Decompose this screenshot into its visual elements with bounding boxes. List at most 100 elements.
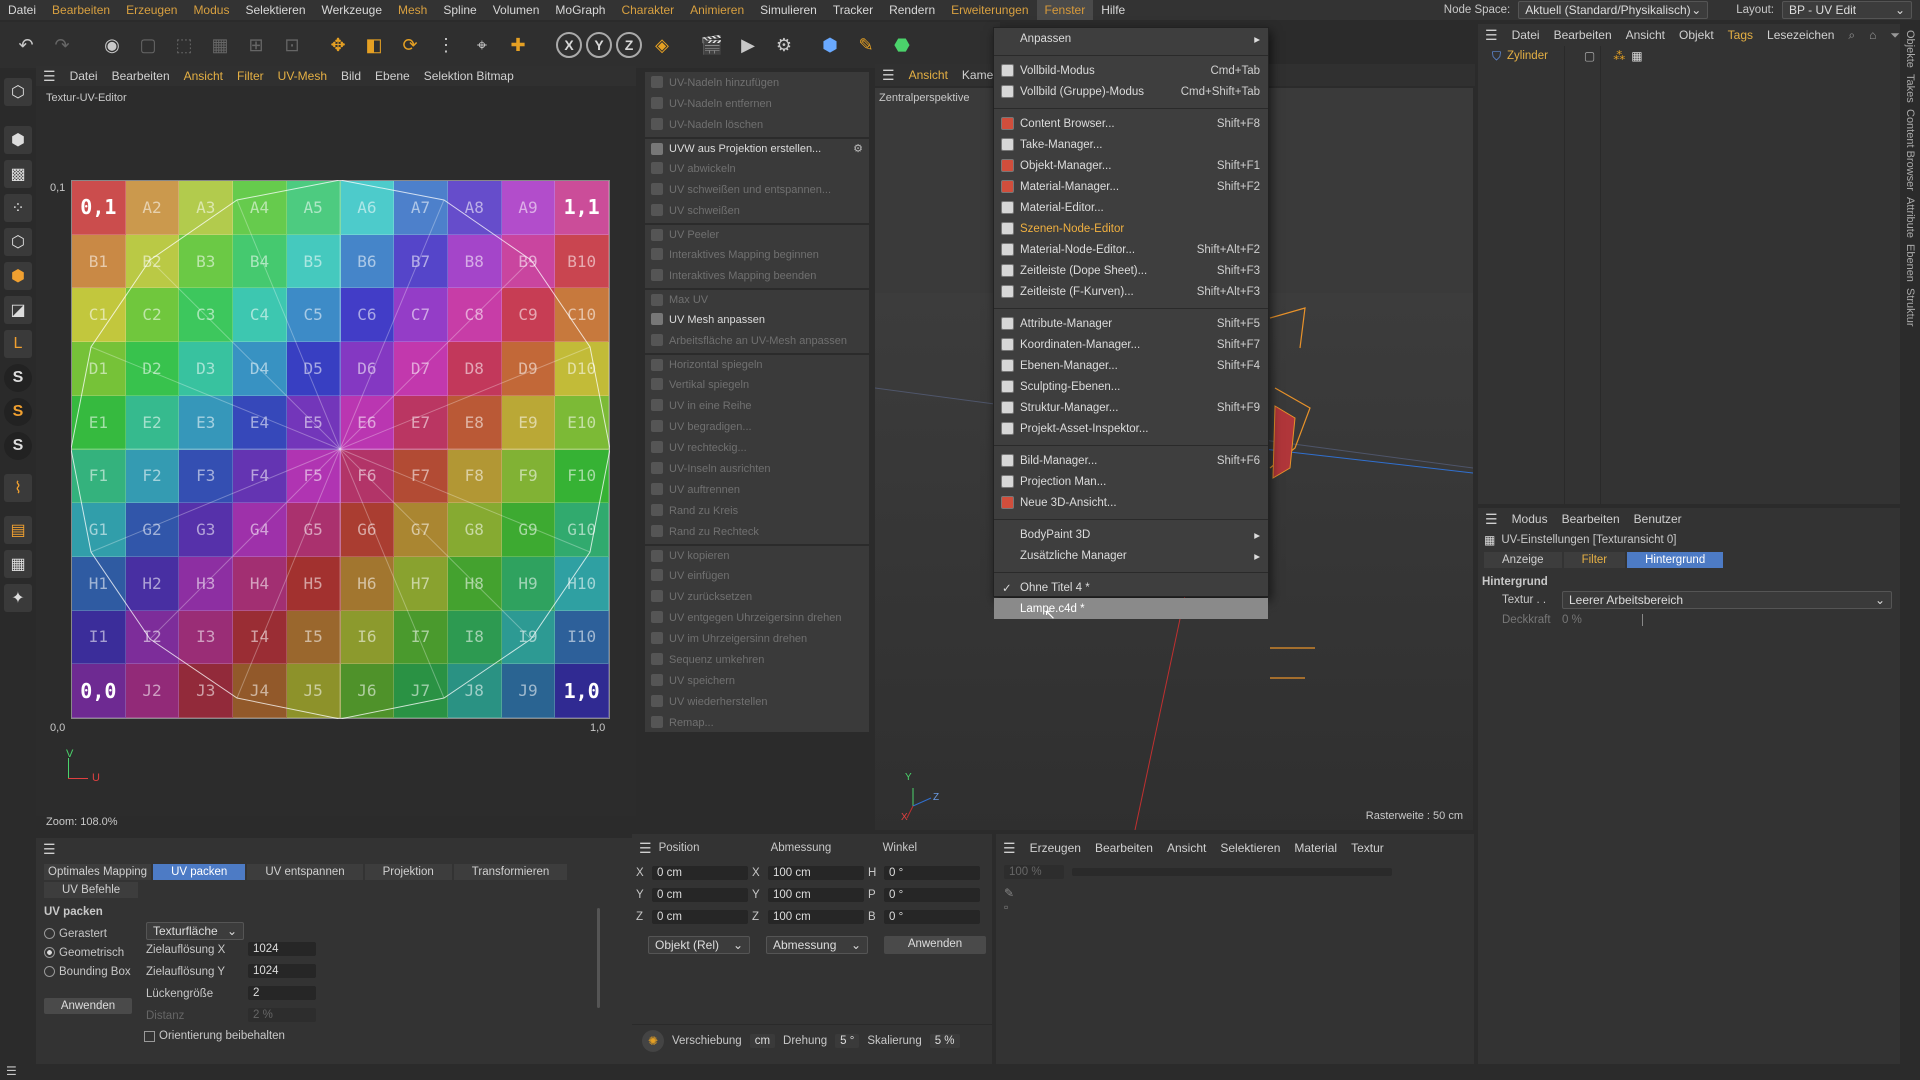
deckkraft-slider[interactable]	[1642, 614, 1643, 626]
keep-orientation-checkbox[interactable]	[144, 1030, 155, 1042]
home-icon[interactable]: ⌂	[1862, 28, 1883, 42]
menu-item[interactable]: Zusätzliche Manager ▸	[994, 545, 1268, 566]
polygon-select-icon[interactable]: ▦	[204, 29, 236, 61]
size-input[interactable]: 100 cm	[768, 888, 864, 902]
menu-item[interactable]: Projection Man...	[994, 471, 1268, 492]
right-tab-0[interactable]: Objekte	[1904, 30, 1916, 68]
pack-radio-row[interactable]: Geometrisch	[44, 943, 131, 962]
object-menu-0[interactable]: Datei	[1505, 28, 1547, 42]
command-item[interactable]: Rand zu Kreis	[645, 500, 869, 521]
render-settings-icon[interactable]: ⚙	[768, 29, 800, 61]
material-menu-0[interactable]: Erzeugen	[1023, 841, 1088, 855]
menu-simulieren[interactable]: Simulieren	[752, 0, 825, 20]
command-item[interactable]: UV wiederherstellen	[645, 691, 869, 712]
rotation-input[interactable]: 0 °	[884, 866, 980, 880]
rotation-step-value[interactable]: 5 °	[835, 1033, 860, 1048]
uv-menu-4[interactable]: UV-Mesh	[271, 69, 334, 83]
command-item[interactable]: UV begradigen...	[645, 416, 869, 437]
rotation-input[interactable]: 0 °	[884, 888, 980, 902]
attribute-menu-1[interactable]: Bearbeiten	[1555, 512, 1627, 526]
menu-selektieren[interactable]: Selektieren	[237, 0, 313, 20]
command-item[interactable]: UV zurücksetzen	[645, 586, 869, 607]
command-item[interactable]: UV speichern	[645, 670, 869, 691]
command-item[interactable]: Interaktives Mapping beenden	[645, 265, 869, 286]
command-item[interactable]: UV-Nadeln löschen	[645, 114, 869, 135]
uv-tool-tab-5[interactable]: UV Befehle	[44, 882, 139, 898]
snap-icon[interactable]: ⋮	[430, 29, 462, 61]
material-square-icon[interactable]: ▫	[1004, 900, 1474, 914]
right-tab-2[interactable]: Content Browser	[1904, 109, 1916, 191]
ring-select-icon[interactable]: ⊡	[276, 29, 308, 61]
uv-tool-tab-2[interactable]: UV entspannen	[247, 864, 363, 880]
menu-erzeugen[interactable]: Erzeugen	[118, 0, 185, 20]
position-input[interactable]: 0 cm	[652, 910, 748, 924]
gear-icon[interactable]: ⚙	[853, 142, 863, 155]
attribute-menu-0[interactable]: Modus	[1505, 512, 1555, 526]
menu-item[interactable]: Lampe.c4d * ↖	[994, 598, 1268, 622]
size-mode-select[interactable]: Abmessung ⌄	[766, 936, 868, 954]
pack-radio-row[interactable]: Bounding Box	[44, 962, 131, 981]
object-menu-5[interactable]: Lesezeichen	[1760, 28, 1841, 42]
hamburger-icon[interactable]: ☰	[875, 67, 902, 84]
x-axis-toggle-icon[interactable]: X	[556, 32, 582, 58]
pen-icon[interactable]: ✎	[850, 29, 882, 61]
menu-item[interactable]: Struktur-Manager... Shift+F9	[994, 397, 1268, 418]
texture-mode-icon[interactable]: ▩	[4, 160, 32, 188]
points-mode-icon[interactable]: ⁘	[4, 194, 32, 222]
object-menu-2[interactable]: Ansicht	[1619, 28, 1672, 42]
command-item[interactable]: UV-Inseln ausrichten	[645, 458, 869, 479]
uv-tool-tab-3[interactable]: Projektion	[364, 864, 452, 880]
polygons-mode-icon[interactable]: ⬢	[4, 262, 32, 290]
material-menu-2[interactable]: Ansicht	[1160, 841, 1213, 855]
right-tab-3[interactable]: Attribute	[1904, 197, 1916, 238]
attribute-tab-2[interactable]: Hintergrund	[1627, 552, 1724, 568]
command-item[interactable]: UV Peeler	[645, 223, 869, 244]
menu-item[interactable]: Material-Manager... Shift+F2	[994, 176, 1268, 197]
menu-item[interactable]: Neue 3D-Ansicht...	[994, 492, 1268, 513]
command-item[interactable]: UV entgegen Uhrzeigersinn drehen	[645, 607, 869, 628]
menu-volumen[interactable]: Volumen	[485, 0, 548, 20]
object-row-cylinder[interactable]: ⛉ Zylinder ▢ ⁂ ▦	[1478, 46, 1900, 66]
right-tab-5[interactable]: Struktur	[1904, 288, 1916, 327]
material-menu-5[interactable]: Textur	[1344, 841, 1391, 855]
render-view-icon[interactable]: ▶	[732, 29, 764, 61]
material-zoom-slider[interactable]	[1072, 868, 1392, 876]
menu-item[interactable]: Bild-Manager... Shift+F6	[994, 450, 1268, 471]
snap-settings-icon[interactable]: ✺	[642, 1029, 664, 1052]
pack-apply-button[interactable]: Anwenden	[44, 998, 132, 1014]
menu-fenster[interactable]: Fenster	[1036, 0, 1094, 20]
uv-tool-tab-4[interactable]: Transformieren	[453, 864, 568, 880]
rotation-input[interactable]: 0 °	[884, 910, 980, 924]
uv-tool-tab-1[interactable]: UV packen	[153, 864, 246, 880]
textur-select[interactable]: Leerer Arbeitsbereich ⌄	[1562, 591, 1892, 609]
brush-icon[interactable]: ⌇	[4, 474, 32, 502]
right-tab-1[interactable]: Takes	[1904, 74, 1916, 103]
uvw-tag-icon[interactable]: ▦	[1631, 49, 1642, 63]
command-item[interactable]: UV einfügen	[645, 565, 869, 586]
menu-item[interactable]: Material-Node-Editor... Shift+Alt+F2	[994, 239, 1268, 260]
hamburger-icon[interactable]: ☰	[36, 841, 63, 858]
menu-item[interactable]: Zeitleiste (F-Kurven)... Shift+Alt+F3	[994, 281, 1268, 302]
material-zoom[interactable]: 100 %	[1004, 865, 1064, 879]
uv-menu-6[interactable]: Ebene	[368, 69, 417, 83]
pack-mode-select[interactable]: Texturfläche ⌄	[146, 922, 244, 940]
command-item[interactable]: UV-Nadeln entfernen	[645, 93, 869, 114]
uv-menu-5[interactable]: Bild	[334, 69, 368, 83]
hamburger-icon[interactable]: ☰	[1478, 27, 1505, 44]
soft-selection-icon[interactable]: S	[4, 398, 32, 426]
rotate-icon[interactable]: ⟳	[394, 29, 426, 61]
radio-button[interactable]	[44, 947, 55, 958]
uv-menu-3[interactable]: Filter	[230, 69, 271, 83]
menu-tracker[interactable]: Tracker	[825, 0, 881, 20]
hamburger-icon[interactable]: ☰	[1478, 511, 1505, 528]
menu-mograph[interactable]: MoGraph	[547, 0, 613, 20]
material-menu-1[interactable]: Bearbeiten	[1088, 841, 1160, 855]
menu-item[interactable]: Koordinaten-Manager... Shift+F7	[994, 334, 1268, 355]
command-item[interactable]: UV schweißen	[645, 200, 869, 221]
command-item[interactable]: Horizontal spiegeln	[645, 353, 869, 374]
menu-item[interactable]: Vollbild (Gruppe)-Modus Cmd+Shift+Tab	[994, 81, 1268, 102]
z-axis-toggle-icon[interactable]: Z	[616, 32, 642, 58]
command-item[interactable]: Max UV	[645, 288, 869, 309]
command-item[interactable]: Sequenz umkehren	[645, 649, 869, 670]
menu-item[interactable]: Objekt-Manager... Shift+F1	[994, 155, 1268, 176]
